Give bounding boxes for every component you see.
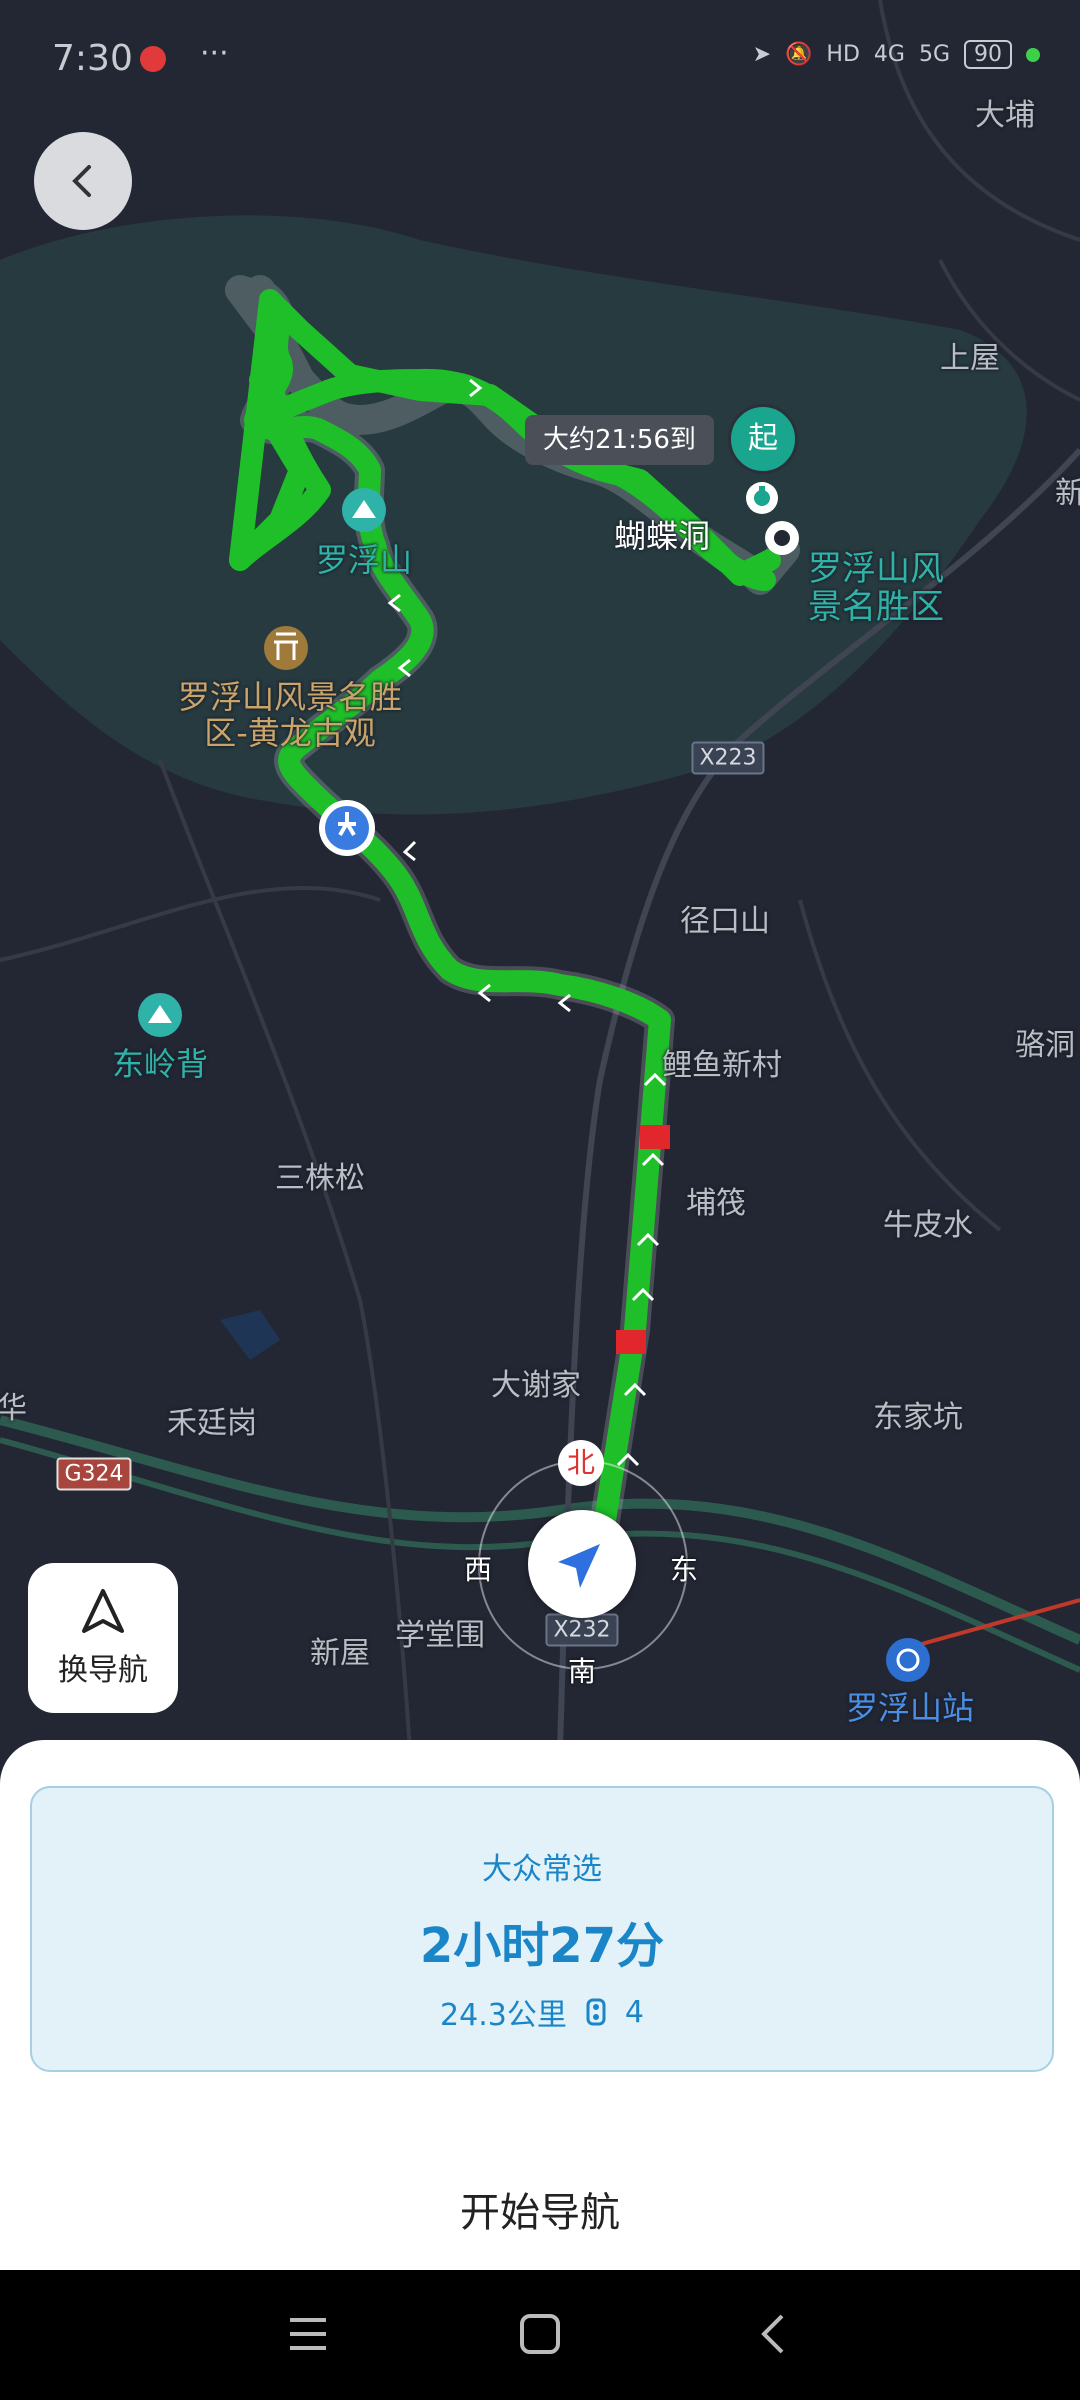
place-label-hudiedong[interactable]: 蝴蝶洞 — [614, 511, 710, 557]
compass-north: 北 — [558, 1440, 604, 1486]
route-option-card[interactable]: 大众常选 2小时27分 24.3公里 4 — [30, 1786, 1054, 2072]
back-button[interactable] — [34, 132, 132, 230]
place-label: 禾廷岗 — [167, 1406, 257, 1441]
start-marker[interactable]: 起 — [728, 404, 798, 474]
compass-west: 西 — [464, 1553, 493, 1586]
system-nav-bar — [0, 2270, 1080, 2400]
compass-south: 南 — [568, 1655, 597, 1688]
mute-icon: 🔕 — [785, 42, 813, 67]
place-label: 新屋 — [310, 1636, 370, 1671]
poi-label-luofushan[interactable]: 罗浮山 — [316, 535, 412, 581]
road-shield-x223: X223 — [691, 741, 765, 775]
menu-icon[interactable] — [286, 2312, 330, 2356]
recording-icon — [140, 46, 166, 72]
map-view[interactable]: 7:30 ··· ➤ 🔕 HD 4G 5G 90 大埔 上屋 新 蝴蝶洞 罗浮山… — [0, 0, 1080, 1750]
battery-indicator: 90 — [964, 40, 1012, 69]
compass-east: 东 — [670, 1553, 699, 1586]
place-label: 径口山 — [680, 904, 770, 939]
station-label[interactable]: 罗浮山站 — [846, 1683, 974, 1729]
road-shield-g324: G324 — [56, 1457, 132, 1491]
start-navigation-button[interactable]: 开始导航 — [0, 2180, 1080, 2238]
place-label: 骆洞 — [1015, 1028, 1075, 1063]
navigation-arrow-icon — [82, 1589, 124, 1633]
my-location-button[interactable] — [528, 1510, 636, 1618]
back-icon[interactable] — [752, 2312, 796, 2356]
location-arrow-icon — [558, 1544, 600, 1588]
traffic-light-count: 4 — [624, 1994, 644, 2030]
switch-navigation-button[interactable]: 换导航 — [28, 1563, 178, 1713]
overflow-indicator: ··· — [200, 36, 229, 71]
hd-icon: HD — [826, 42, 860, 67]
route-distance: 24.3公里 — [440, 1998, 567, 2033]
chevron-left-icon — [72, 165, 91, 197]
route-sheet: 大众常选 2小时27分 24.3公里 4 开始导航 — [0, 1740, 1080, 2270]
place-label: 牛皮水 — [883, 1208, 973, 1243]
place-label: 东家坑 — [873, 1400, 963, 1435]
switch-navigation-label: 换导航 — [58, 1653, 148, 1688]
place-label: 鲤鱼新村 — [662, 1048, 782, 1083]
privacy-dot — [1026, 47, 1040, 62]
place-label: 新 — [1055, 476, 1080, 511]
place-label: 大埔 — [975, 98, 1035, 133]
congestion-segment — [616, 1330, 646, 1354]
compass[interactable]: 北 东 西 南 — [464, 1440, 698, 1688]
route-duration: 2小时27分 — [419, 1918, 665, 1974]
signal-5g-icon: 5G — [918, 42, 950, 67]
home-icon[interactable] — [518, 2312, 562, 2356]
place-label: 学堂围 — [395, 1618, 485, 1653]
place-label: 埔筏 — [686, 1186, 746, 1221]
poi-label-huanglong[interactable]: 罗浮山风景名胜 区-黄龙古观 — [178, 679, 402, 751]
traffic-light-icon — [586, 1998, 606, 2026]
status-bar: 7:30 ··· ➤ 🔕 HD 4G 5G 90 — [0, 0, 1080, 120]
place-label: 上屋 — [940, 341, 1000, 376]
place-label: 大谢家 — [491, 1368, 581, 1403]
place-label: 三株松 — [275, 1161, 365, 1196]
poi-label-scenic[interactable]: 罗浮山风 景名胜区 — [808, 550, 944, 626]
signal-4g-icon: 4G — [873, 42, 905, 67]
poi-label-dongling[interactable]: 东岭背 — [112, 1039, 208, 1085]
clock: 7:30 — [52, 38, 133, 79]
location-icon: ➤ — [752, 42, 772, 67]
place-label: 华 — [0, 1391, 27, 1426]
eta-bubble: 大约21:56到 — [525, 415, 714, 465]
route-tag: 大众常选 — [482, 1852, 602, 1887]
congestion-segment — [640, 1125, 670, 1149]
